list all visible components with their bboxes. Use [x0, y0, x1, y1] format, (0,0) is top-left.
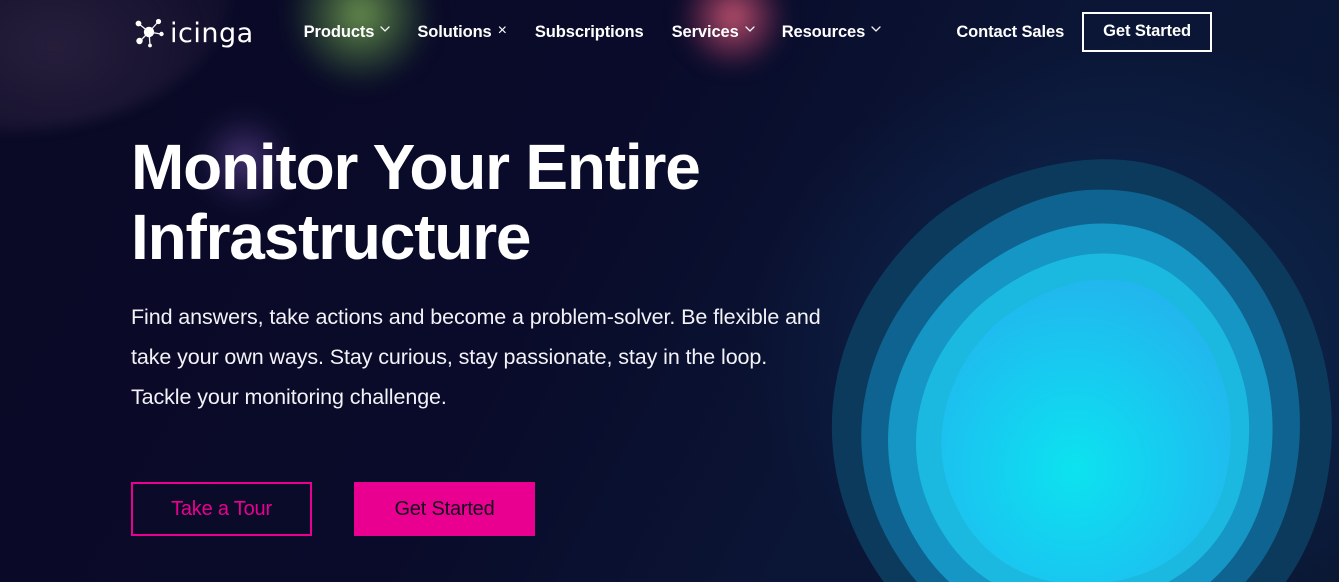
header-get-started-button[interactable]: Get Started [1082, 12, 1212, 52]
header-actions: Contact Sales Get Started [938, 12, 1339, 52]
chevron-down-icon [380, 25, 391, 35]
page-title: Monitor Your Entire Infrastructure [131, 132, 871, 273]
hero-page: icinga Products Solutions × Subscription… [0, 0, 1339, 582]
page-title-line1: Monitor Your Entire [131, 131, 701, 203]
close-x-icon[interactable]: × [498, 23, 507, 39]
chevron-down-icon [871, 25, 881, 35]
nav-label-subscriptions: Subscriptions [534, 22, 644, 41]
nav-item-resources[interactable]: Resources [768, 23, 894, 42]
hero-paragraph: Find answers, take actions and become a … [131, 304, 821, 409]
nav-label-products: Products [303, 22, 375, 41]
hero-section: Monitor Your Entire Infrastructure Find … [131, 132, 871, 536]
nav-item-services[interactable]: Services [658, 23, 768, 42]
nav-label-services: Services [671, 22, 739, 41]
nav-item-subscriptions[interactable]: Subscriptions [521, 23, 658, 42]
hero-cta-row: Take a Tour Get Started [131, 481, 871, 536]
nav-item-products[interactable]: Products [290, 23, 404, 42]
logo-wordmark: icinga [170, 17, 254, 49]
concentric-blob-graphic [809, 148, 1339, 582]
chevron-down-icon [745, 25, 755, 35]
main-navigation: Products Solutions × Subscriptions Servi… [290, 23, 895, 42]
hero-get-started-button[interactable]: Get Started [354, 481, 535, 536]
nav-label-resources: Resources [781, 22, 866, 41]
icinga-logo[interactable]: icinga [131, 15, 254, 49]
nav-label-solutions: Solutions [417, 22, 492, 41]
molecule-network-icon [131, 15, 167, 49]
contact-sales-link[interactable]: Contact Sales [938, 23, 1082, 42]
take-a-tour-button[interactable]: Take a Tour [131, 481, 312, 536]
site-header: icinga Products Solutions × Subscription… [0, 0, 1339, 64]
page-title-line2: Infrastructure [131, 201, 531, 274]
nav-item-solutions[interactable]: Solutions × [403, 23, 521, 42]
